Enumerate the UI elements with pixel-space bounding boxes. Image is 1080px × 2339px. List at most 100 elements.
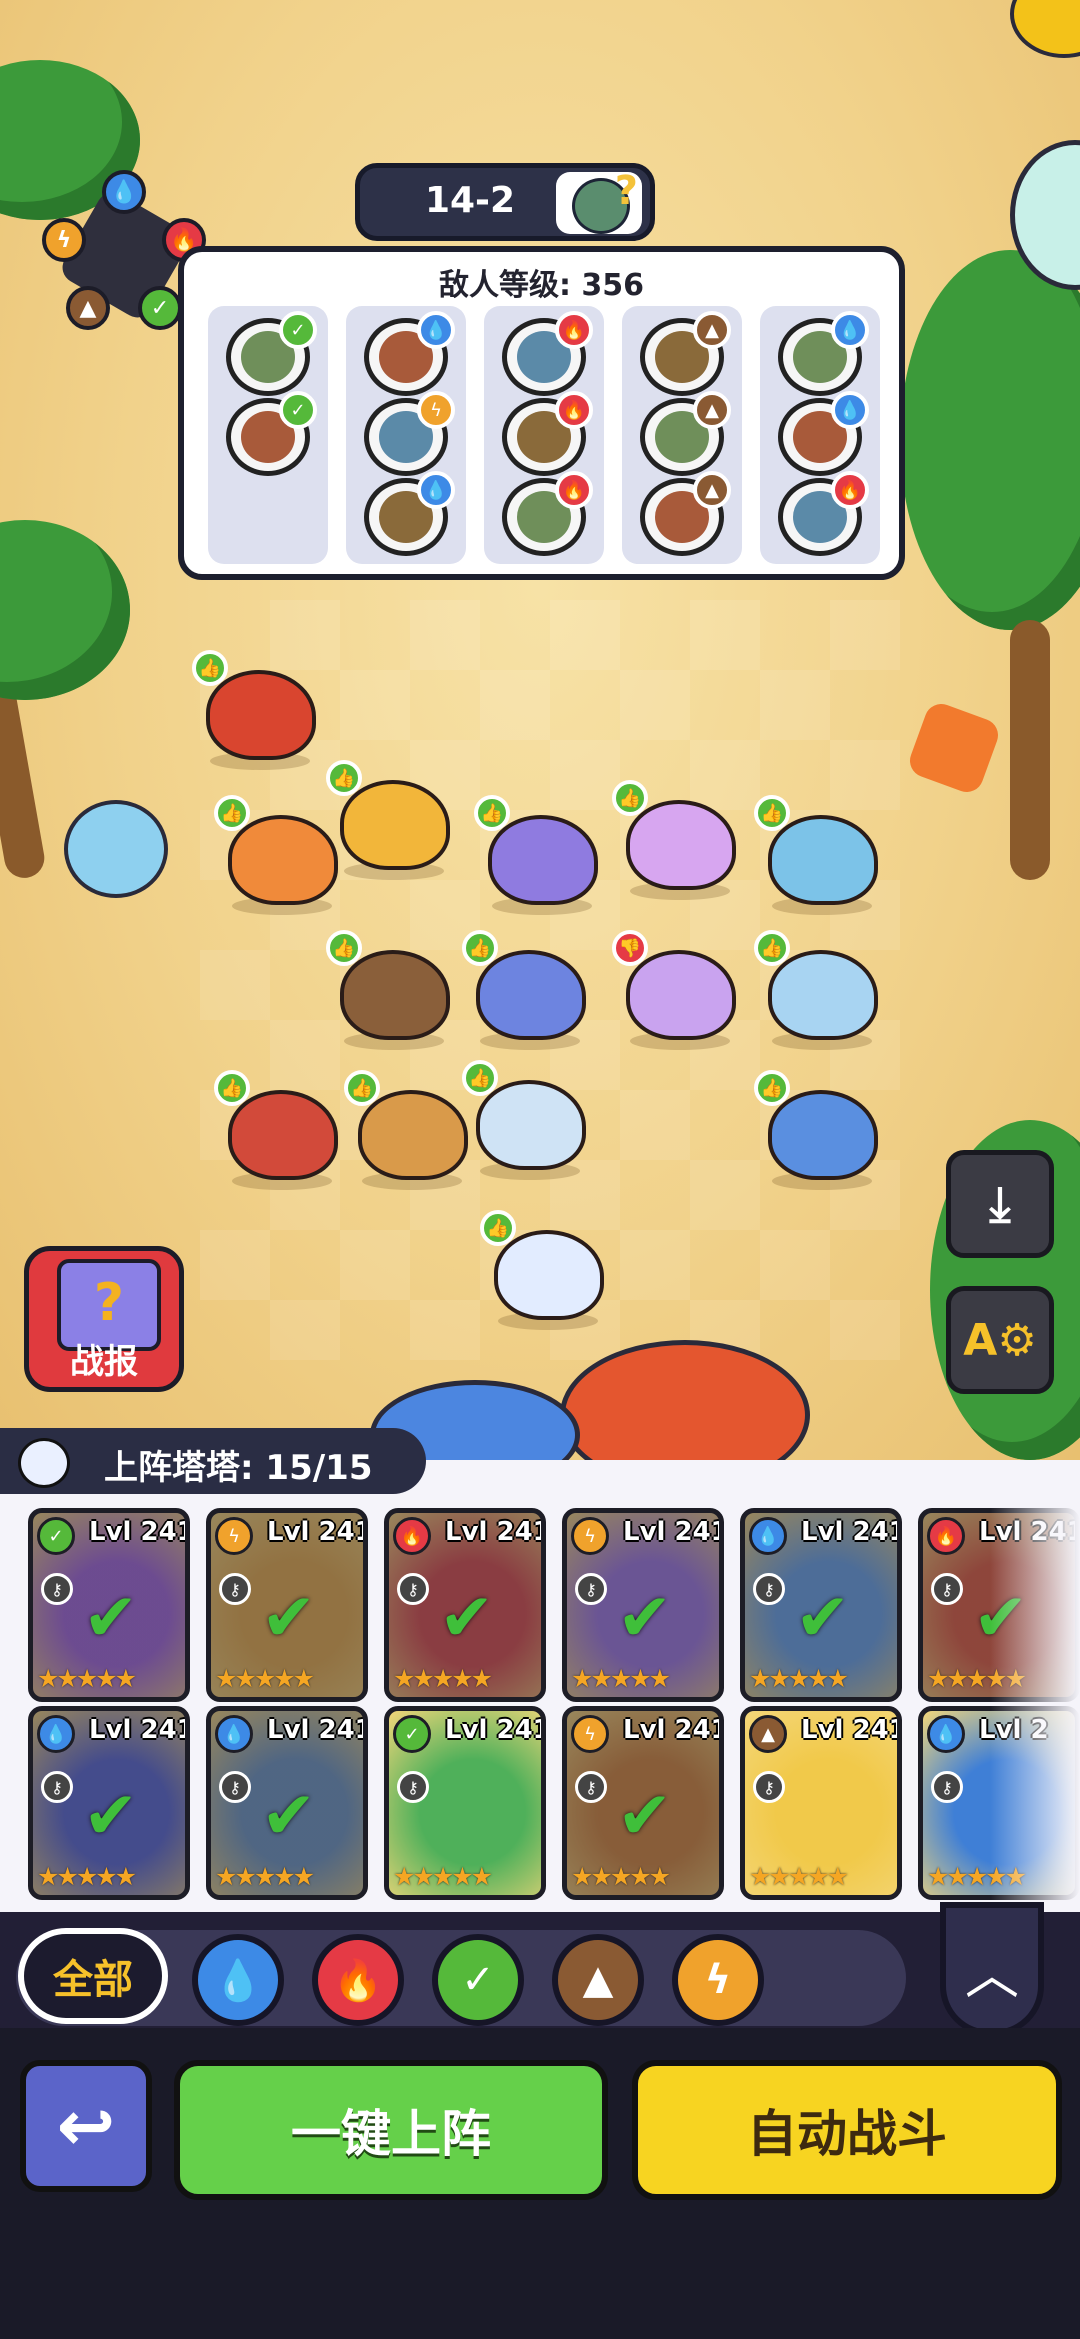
unit-card[interactable]: 🔥 Lvl 241 ⚷ ★★★★★ ✔ [384, 1508, 546, 1702]
thumbs-down-icon: 👎 [612, 930, 648, 966]
battle-board: 💧 🔥 ✓ ▲ ϟ 14-2 ? 敌人等级: 356 ✓ ✓ 💧 ϟ 💧 🔥 🔥 🔥 ▲ ▲ ▲ 💧 💧… [0, 0, 1080, 1460]
fire-icon[interactable]: 🔥 [312, 1934, 404, 2026]
thumbs-up-icon: 👍 [344, 1070, 380, 1106]
board-unit[interactable]: 👍 [192, 650, 326, 770]
board-unit[interactable]: 👍 [612, 780, 746, 900]
enemy-portrait[interactable]: ϟ [364, 391, 455, 476]
enemy-portrait[interactable]: 💧 [778, 311, 869, 396]
thumbs-up-icon: 👍 [480, 1210, 516, 1246]
board-unit[interactable]: 👍 [754, 1070, 888, 1190]
enemy-portrait[interactable]: 🔥 [502, 391, 593, 476]
skill-icon: ⚷ [931, 1573, 963, 1605]
grass-icon: ✓ [279, 391, 317, 429]
card-stars: ★★★★★ [37, 1664, 137, 1693]
palm-tree-right [900, 250, 1080, 630]
board-unit[interactable]: 👍 [462, 1060, 596, 1180]
enemy-portrait[interactable]: 🔥 [502, 311, 593, 396]
chevron-up-icon[interactable]: ︿ [940, 1902, 1044, 2036]
board-unit[interactable]: 👍 [754, 930, 888, 1050]
thumbs-up-icon: 👍 [214, 795, 250, 831]
unit-card[interactable]: 💧 Lvl 241 ⚷ ★★★★★ ✔ [206, 1706, 368, 1900]
board-unit[interactable]: 👍 [754, 795, 888, 915]
water-icon: 💧 [37, 1715, 75, 1753]
board-unit[interactable]: 👍 [326, 760, 460, 880]
grass-icon[interactable]: ✓ [432, 1934, 524, 2026]
card-level: Lvl 241 [801, 1517, 902, 1547]
deployed-check-icon: ✔ [617, 1777, 673, 1854]
water-icon: 💧 [417, 471, 455, 509]
card-level: Lvl 241 [267, 1715, 368, 1745]
card-scroll-fade [990, 1460, 1080, 1920]
thumbs-up-icon: 👍 [612, 780, 648, 816]
enemy-portrait[interactable]: 🔥 [502, 471, 593, 556]
board-unit[interactable]: 👍 [326, 930, 460, 1050]
unit-card[interactable]: ✓ Lvl 241 ⚷ ★★★★★ ✔ [28, 1508, 190, 1702]
creature-sprite [476, 950, 586, 1040]
card-stars: ★★★★★ [215, 1862, 315, 1891]
enemy-portrait[interactable]: 💧 [364, 471, 455, 556]
water-icon[interactable]: 💧 [192, 1934, 284, 2026]
board-unit[interactable]: 👍 [462, 930, 596, 1050]
card-stars: ★★★★★ [393, 1664, 493, 1693]
thumbs-up-icon: 👍 [326, 760, 362, 796]
one-click-deploy-button[interactable]: 一键上阵 [174, 2060, 608, 2200]
unit-card[interactable]: ϟ Lvl 241 ⚷ ★★★★★ ✔ [206, 1508, 368, 1702]
skill-icon: ⚷ [931, 1771, 963, 1803]
card-level: Lvl 241 [89, 1517, 190, 1547]
fire-icon: 🔥 [927, 1517, 965, 1555]
enemy-portrait[interactable]: ✓ [226, 311, 317, 396]
card-level: Lvl 241 [623, 1517, 724, 1547]
board-unit[interactable]: 👍 [214, 1070, 348, 1190]
enemy-portrait[interactable]: 🔥 [778, 471, 869, 556]
board-unit[interactable]: 👍 [474, 795, 608, 915]
board-unit[interactable]: 👍 [480, 1210, 614, 1330]
bolt-icon[interactable]: ϟ [672, 1934, 764, 2026]
enemy-portrait[interactable]: 💧 [364, 311, 455, 396]
stage-badge: 14-2 ? [355, 163, 655, 241]
board-unit[interactable]: 👍 [214, 795, 348, 915]
enemy-portrait[interactable]: ▲ [640, 471, 731, 556]
skill-icon: ⚷ [41, 1573, 73, 1605]
deployed-check-icon: ✔ [261, 1777, 317, 1854]
earth-icon[interactable]: ▲ [552, 1934, 644, 2026]
skill-icon: ⚷ [753, 1771, 785, 1803]
unit-card[interactable]: ▲ Lvl 241 ⚷ ★★★★★ [740, 1706, 902, 1900]
element-filter-bar: 全部 💧 🔥 ✓ ▲ ϟ ︿ [0, 1902, 1080, 2036]
filter-all-button[interactable]: 全部 [18, 1928, 168, 2024]
thumbs-up-icon: 👍 [754, 1070, 790, 1106]
team-count-header: 上阵塔塔: 15/15 [0, 1428, 426, 1494]
enemy-portrait[interactable]: ✓ [226, 391, 317, 476]
card-level: Lvl 241 [623, 1715, 724, 1745]
board-unit[interactable]: 👎 [612, 930, 746, 1050]
enemy-column: ▲ ▲ ▲ [622, 306, 742, 564]
unit-card[interactable]: 💧 Lvl 241 ⚷ ★★★★★ ✔ [28, 1706, 190, 1900]
unit-card[interactable]: ϟ Lvl 241 ⚷ ★★★★★ ✔ [562, 1508, 724, 1702]
unit-card-grid: ✓ Lvl 241 ⚷ ★★★★★ ✔ ϟ Lvl 241 ⚷ ★★★★★ ✔ 🔥 Lvl 241 ⚷ ★… [0, 1460, 1080, 1912]
unit-card[interactable]: ✓ Lvl 241 ⚷ ★★★★★ [384, 1706, 546, 1900]
enemy-portrait[interactable]: ▲ [640, 311, 731, 396]
creature-sprite [228, 815, 338, 905]
enemy-portrait[interactable]: 💧 [778, 391, 869, 476]
download-icon[interactable]: ⤓ [946, 1150, 1054, 1258]
enemy-portrait[interactable]: ▲ [640, 391, 731, 476]
auto-gear-icon[interactable]: A⚙ [946, 1286, 1054, 1394]
unit-card[interactable]: ϟ Lvl 241 ⚷ ★★★★★ ✔ [562, 1706, 724, 1900]
battle-report-button[interactable]: ? 战报 [24, 1246, 184, 1392]
deployed-check-icon: ✔ [617, 1579, 673, 1656]
zombie-question-icon[interactable]: ? [556, 168, 642, 234]
auto-battle-button[interactable]: 自动战斗 [632, 2060, 1062, 2200]
water-icon: 💧 [102, 170, 146, 214]
card-stars: ★★★★★ [571, 1664, 671, 1693]
fire-icon: 🔥 [831, 471, 869, 509]
stage-number: 14-2 [424, 180, 516, 221]
enemy-column: ✓ ✓ [208, 306, 328, 564]
card-stars: ★★★★★ [37, 1862, 137, 1891]
unit-card[interactable]: 💧 Lvl 241 ⚷ ★★★★★ ✔ [740, 1508, 902, 1702]
creature-sprite [626, 950, 736, 1040]
card-stars: ★★★★★ [749, 1664, 849, 1693]
water-icon: 💧 [831, 391, 869, 429]
return-arrow-icon[interactable]: ↩ [20, 2060, 152, 2192]
thumbs-up-icon: 👍 [754, 795, 790, 831]
grass-icon: ✓ [279, 311, 317, 349]
board-unit[interactable]: 👍 [344, 1070, 478, 1190]
